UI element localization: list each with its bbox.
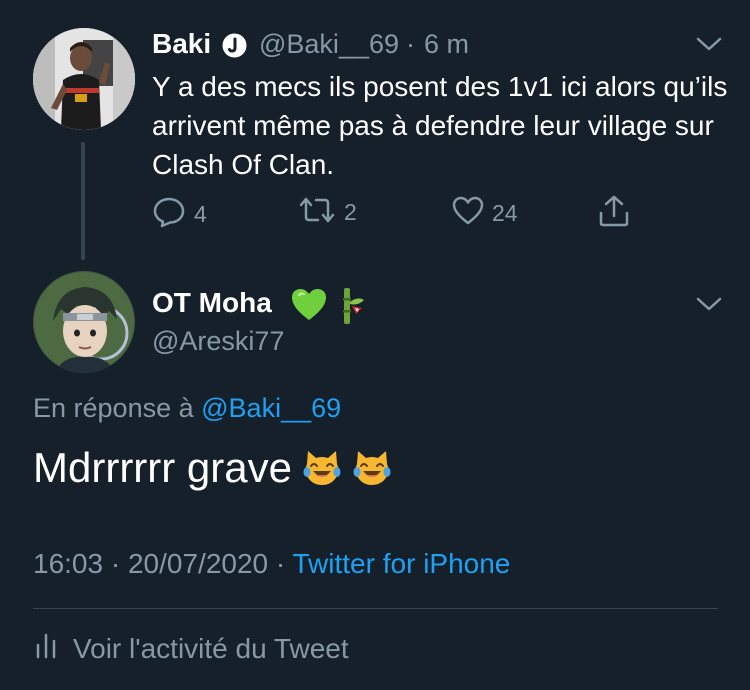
separator-dot: · (110, 548, 121, 579)
reply-prefix: En réponse à (33, 393, 194, 423)
tweet-source-link[interactable]: Twitter for iPhone (293, 548, 511, 579)
tweet-text-content: Mdrrrrrr grave (33, 444, 292, 491)
tweet-date[interactable]: 20/07/2020 (128, 548, 268, 579)
reply-icon (152, 196, 186, 233)
retweet-button[interactable]: 2 (298, 196, 357, 229)
author-name[interactable]: Baki (152, 28, 211, 60)
tweet-time[interactable]: 6 m (424, 29, 469, 60)
bamboo-emoji (336, 286, 366, 326)
chevron-down-icon[interactable] (694, 34, 724, 54)
reply-handle-link[interactable]: @Baki__69 (201, 393, 341, 423)
retweet-icon (298, 196, 336, 229)
share-icon (598, 194, 630, 233)
green-heart-emoji (290, 287, 328, 323)
retweet-count: 2 (344, 199, 357, 225)
reply-context: En réponse à @Baki__69 (33, 393, 341, 424)
cat-tears-of-joy-emoji (352, 448, 392, 488)
reply-button[interactable]: 4 (152, 196, 207, 233)
tweet-activity-button[interactable]: Voir l'activité du Tweet (33, 631, 349, 666)
author-handle[interactable]: @Baki__69 (259, 29, 399, 60)
tweet-time[interactable]: 16:03 (33, 548, 103, 579)
tweet-text: Mdrrrrrr grave (33, 444, 392, 492)
verified-badge-icon (222, 33, 247, 58)
cat-tears-of-joy-emoji (302, 448, 342, 488)
bar-chart-icon (33, 631, 59, 666)
separator-dot: · (275, 548, 286, 579)
avatar-baki[interactable] (33, 28, 135, 130)
like-button[interactable]: 24 (452, 196, 518, 231)
heart-icon (452, 196, 484, 231)
avatar-ot-moha[interactable] (33, 271, 135, 373)
like-count: 24 (492, 200, 518, 226)
activity-label: Voir l'activité du Tweet (73, 632, 349, 664)
author-name[interactable]: OT Moha (152, 287, 272, 319)
tweet-text: Y a des mecs ils posent des 1v1 ici alor… (152, 71, 728, 180)
tweet-meta: 16:03 · 20/07/2020 · Twitter for iPhone (33, 548, 510, 580)
author-handle[interactable]: @Areski77 (152, 326, 284, 357)
thread-connector-line (81, 142, 85, 260)
separator-dot: · (406, 29, 415, 59)
reply-count: 4 (194, 201, 207, 227)
chevron-down-icon[interactable] (694, 294, 724, 314)
divider (33, 608, 718, 609)
share-button[interactable] (598, 194, 630, 233)
